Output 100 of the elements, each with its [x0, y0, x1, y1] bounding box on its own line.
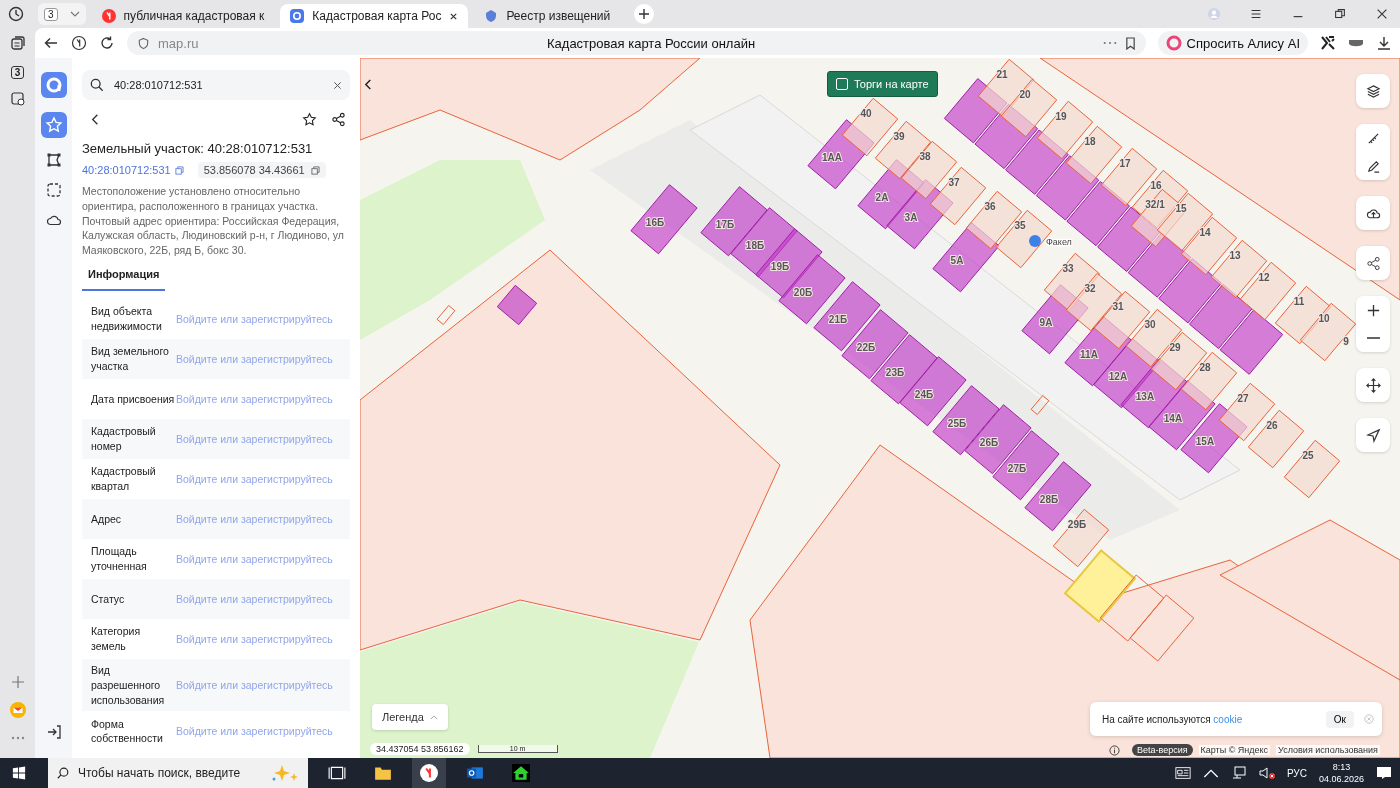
browser-tab[interactable]: публичная кадастровая к: [91, 4, 275, 28]
land-parcel[interactable]: [1065, 272, 1123, 332]
small-parcel[interactable]: [1030, 395, 1050, 415]
layers-button[interactable]: [1356, 74, 1390, 108]
download-icon[interactable]: [1376, 35, 1392, 51]
legend-button[interactable]: Легенда: [372, 704, 448, 730]
building-parcel[interactable]: [1005, 129, 1069, 195]
star-icon[interactable]: [302, 112, 317, 127]
building-parcel[interactable]: [496, 284, 538, 326]
browser-tab[interactable]: Реестр извещений: [474, 4, 621, 28]
copy-icon[interactable]: [174, 165, 184, 175]
collections-icon[interactable]: [9, 35, 26, 51]
taskbar-search-field[interactable]: Чтобы начать поиск, введите: [48, 758, 308, 788]
polygon-tool-icon[interactable]: [45, 152, 62, 168]
cookie-link[interactable]: cookie: [1213, 713, 1243, 725]
screenshot-icon[interactable]: [9, 91, 26, 107]
app-logo-icon[interactable]: [40, 72, 67, 98]
info-icon[interactable]: [1108, 744, 1120, 756]
building-parcel[interactable]: [1035, 155, 1100, 221]
browser-tab[interactable]: Кадастровая карта Рос: [280, 4, 469, 28]
building-parcel[interactable]: [1189, 283, 1253, 350]
selection-icon[interactable]: [45, 182, 62, 198]
clear-icon[interactable]: [333, 80, 342, 90]
favorites-icon[interactable]: [40, 112, 67, 138]
login-icon[interactable]: [45, 724, 62, 740]
upload-button[interactable]: [1356, 196, 1390, 230]
checkbox[interactable]: [836, 78, 848, 90]
parcel-number: 21Б: [828, 314, 848, 325]
land-parcel[interactable]: [1283, 439, 1341, 499]
browser-app-icon[interactable]: [412, 758, 446, 788]
share-button[interactable]: [1356, 246, 1390, 280]
tab-group-button[interactable]: 3: [38, 3, 86, 25]
land-parcel[interactable]: [1125, 308, 1183, 368]
locate-button[interactable]: [1356, 418, 1390, 452]
minus-icon: [1366, 337, 1380, 339]
notifications-icon[interactable]: [1376, 766, 1392, 780]
land-parcel[interactable]: [1052, 508, 1110, 568]
back-icon[interactable]: [43, 35, 59, 51]
place-pin-icon[interactable]: [1029, 235, 1041, 247]
keyboard-language[interactable]: РУС: [1286, 767, 1307, 779]
parcel-number: 35: [1014, 220, 1026, 231]
windows-start-icon[interactable]: [12, 766, 26, 780]
land-parcel[interactable]: [1210, 239, 1268, 299]
parcel-number: 12: [1258, 272, 1270, 283]
chevron-down-icon[interactable]: [69, 11, 80, 17]
land-parcel[interactable]: [929, 166, 987, 226]
land-parcel[interactable]: [1218, 382, 1276, 442]
copyright-text: Карты © Яндекс: [1198, 745, 1271, 755]
shield-icon[interactable]: [137, 36, 150, 50]
ask-alice-button[interactable]: Спросить Алису AI: [1157, 31, 1308, 55]
parcel-number: 15А: [1195, 436, 1215, 447]
land-parcel[interactable]: [874, 120, 932, 180]
building-parcel[interactable]: [630, 184, 698, 255]
building-parcel[interactable]: [1219, 309, 1284, 375]
coordinates-chip[interactable]: 53.856078 34.43661: [197, 162, 326, 178]
small-parcel[interactable]: [436, 305, 456, 325]
ok-button[interactable]: Ок: [1325, 710, 1354, 728]
search-field[interactable]: 40:28:010712:531: [82, 70, 350, 100]
building-parcel[interactable]: [932, 385, 1000, 456]
land-parcel[interactable]: [1099, 574, 1165, 642]
collapse-panel-icon[interactable]: [364, 78, 373, 91]
property-label: Вид разрешенного использования: [91, 663, 166, 708]
restore-icon[interactable]: [1333, 7, 1347, 21]
property-label: Вид земельного участка: [91, 344, 170, 374]
extension-icon[interactable]: [1320, 35, 1336, 51]
clock-time[interactable]: 8:13: [1332, 761, 1351, 773]
reload-icon[interactable]: [99, 35, 115, 51]
tab-count-badge[interactable]: 3: [10, 66, 25, 79]
terms-link[interactable]: Условия использования: [1276, 745, 1380, 755]
history-icon[interactable]: [8, 6, 24, 22]
auction-toggle-button[interactable]: Торги на карте: [827, 71, 938, 97]
cadastral-number-link[interactable]: 40:28:010712:531: [82, 164, 171, 176]
parcel-number: 21: [996, 69, 1008, 80]
news-icon[interactable]: [1174, 766, 1191, 780]
yandex-logo-icon[interactable]: [71, 35, 87, 51]
parcel-number: 3А: [904, 212, 918, 223]
info-tab[interactable]: Информация: [82, 264, 166, 291]
building-parcel[interactable]: [964, 404, 1032, 475]
address-field[interactable]: map.ru Кадастровая карта России онлайн: [127, 31, 1146, 55]
network-icon[interactable]: [1230, 766, 1247, 780]
land-parcel[interactable]: [1036, 100, 1094, 160]
close-icon[interactable]: [449, 11, 459, 21]
building-parcel[interactable]: [1024, 461, 1092, 532]
building-parcel[interactable]: [813, 281, 881, 352]
mail-icon[interactable]: [9, 702, 26, 718]
parcel-number: 19Б: [770, 261, 790, 272]
new-tab-icon[interactable]: [634, 4, 655, 24]
land-parcel[interactable]: [1000, 78, 1058, 138]
menu-icon[interactable]: [1249, 7, 1263, 21]
clock-date[interactable]: 04.06.2026: [1318, 773, 1364, 785]
more-icon[interactable]: [1102, 41, 1117, 45]
land-parcel[interactable]: [900, 140, 958, 200]
bookmark-icon[interactable]: [1124, 36, 1136, 50]
copy-icon[interactable]: [310, 165, 320, 175]
building-parcel[interactable]: [700, 186, 768, 257]
pan-button[interactable]: [1356, 368, 1390, 402]
share-icon[interactable]: [331, 112, 346, 127]
site-icon: [290, 9, 305, 23]
close-icon[interactable]: [1375, 7, 1389, 21]
muted-volume-icon[interactable]: [1258, 766, 1275, 780]
